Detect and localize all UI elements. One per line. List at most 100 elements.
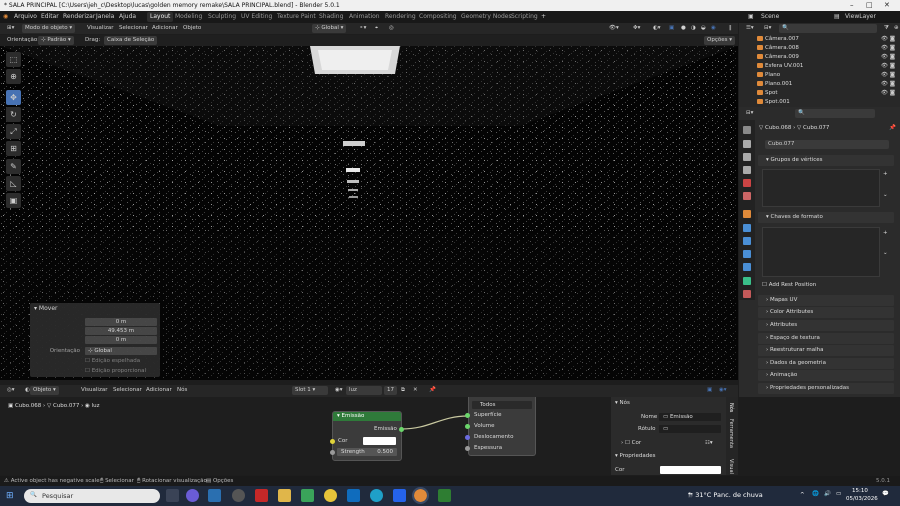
section-custom-properties[interactable]: › Propriedades personalizadas	[758, 383, 894, 394]
options-button[interactable]: Opções ▾	[704, 36, 735, 45]
vertex-groups-list[interactable]	[762, 169, 880, 207]
edge-icon[interactable]	[370, 489, 383, 502]
windows-start-icon[interactable]: ⊞	[6, 491, 14, 501]
tab-compositing[interactable]: Compositing	[416, 12, 460, 22]
outliner-item[interactable]: Spot.001	[757, 99, 790, 105]
emission-output-socket[interactable]	[399, 427, 404, 432]
tab-uv-editing[interactable]: UV Editing	[238, 12, 275, 22]
menu-help[interactable]: Ajuda	[119, 13, 136, 20]
scene-name[interactable]: Scene	[761, 13, 779, 20]
eye-icon[interactable]: 👁 ◙	[881, 45, 895, 51]
mode-select[interactable]: Modo de objeto ▾	[22, 24, 76, 33]
target-select[interactable]: Todos	[472, 401, 532, 409]
blender-logo-icon[interactable]: ◉	[3, 13, 8, 20]
menu-edit[interactable]: Editar	[41, 13, 59, 20]
measure-icon[interactable]: ◺	[6, 176, 21, 191]
scale-icon[interactable]: ⤢	[6, 124, 21, 139]
unlink-material-icon[interactable]: ✕	[410, 386, 421, 395]
blender-taskbar-icon[interactable]	[412, 487, 429, 504]
orientation-select[interactable]: ⊹ Padrão ▾	[38, 36, 74, 45]
annotate-icon[interactable]: ✎	[6, 159, 21, 174]
shading-wire-icon[interactable]: ◉	[708, 24, 719, 33]
shader-type-select[interactable]: Objeto ▾	[30, 386, 59, 395]
eye-icon[interactable]: 👁 ◙	[881, 72, 895, 78]
outliner-item[interactable]: Câmera.007	[757, 36, 799, 42]
tab-tool[interactable]: Ferramenta	[728, 419, 734, 448]
render-tab-icon[interactable]	[743, 140, 751, 148]
thickness-socket[interactable]	[465, 446, 470, 451]
particles-tab-icon[interactable]	[743, 237, 751, 245]
mesh-name-field[interactable]: Cubo.077	[765, 140, 889, 149]
world-tab-icon[interactable]	[743, 192, 751, 200]
section-color-attributes[interactable]: › Color Attributes	[758, 307, 894, 318]
menu-select[interactable]: Selecionar	[110, 386, 145, 395]
add-rest-position-checkbox[interactable]: ☐ Add Rest Position	[762, 282, 816, 288]
node-name-field[interactable]: ▭ Emissão	[659, 413, 721, 421]
transform-icon[interactable]: ⊞	[6, 141, 21, 156]
eye-icon[interactable]: 👁 ◙	[881, 63, 895, 69]
outliner-search-input[interactable]: 🔍	[779, 24, 877, 33]
pin-icon[interactable]: 📌	[889, 125, 896, 131]
file-explorer-icon[interactable]	[278, 489, 291, 502]
menu-view[interactable]: Visualizar	[78, 386, 110, 395]
pin-icon[interactable]: 📌	[426, 386, 439, 395]
minimize-icon[interactable]: –	[850, 1, 854, 9]
modifiers-tab-icon[interactable]	[743, 224, 751, 232]
slot-select[interactable]: Slot 1 ▾	[292, 386, 328, 395]
menu-add[interactable]: Adicionar	[149, 24, 181, 33]
section-vertex-groups[interactable]: ▾ Grupos de vértices	[758, 155, 894, 166]
props-color-swatch[interactable]	[660, 466, 721, 474]
qt-icon[interactable]	[301, 489, 314, 502]
add-vertex-group-icon[interactable]: +	[883, 171, 888, 177]
tool-tab-icon[interactable]	[743, 126, 751, 134]
outliner-filter-icon[interactable]: ⊟▾	[761, 24, 774, 33]
color-swatch[interactable]	[363, 437, 396, 445]
overlay-icon[interactable]: ◉▾	[716, 386, 730, 395]
section-remesh[interactable]: › Reestruturar malha	[758, 345, 894, 356]
emission-node-header[interactable]: ▾ Emissão	[333, 412, 401, 421]
strength-field[interactable]: Strength 0.500	[337, 448, 397, 456]
proportional-edit-checkbox[interactable]: ☐ Edição proporcional	[85, 368, 146, 374]
tab-view[interactable]: Visual	[728, 459, 734, 474]
orientation-field[interactable]: ⊹ Global	[85, 347, 157, 355]
tab-animation[interactable]: Animation	[346, 12, 383, 22]
xray-icon[interactable]: ▣	[666, 24, 677, 33]
tab-scripting[interactable]: Scripting	[508, 12, 541, 22]
menu-node[interactable]: Nós	[174, 386, 190, 395]
menu-add[interactable]: Adicionar	[143, 386, 175, 395]
menu-select[interactable]: Selecionar	[116, 24, 151, 33]
object-tab-icon[interactable]	[743, 210, 751, 218]
material-tab-icon[interactable]	[743, 290, 751, 298]
node-color-presets-icon[interactable]: ☷▾	[705, 440, 713, 446]
maximize-icon[interactable]: □	[866, 1, 873, 9]
redo-panel-title[interactable]: ▾ Mover	[34, 305, 57, 312]
shape-keys-list[interactable]	[762, 227, 880, 277]
overlay-icon[interactable]: ◐▾	[650, 24, 664, 33]
battery-icon[interactable]: ▭	[836, 491, 841, 497]
tab-layout[interactable]: Layout	[147, 12, 174, 22]
select-box-icon[interactable]: ⬚	[6, 52, 21, 67]
rotate-icon[interactable]: ↻	[6, 107, 21, 122]
outliner-item[interactable]: Câmera.008	[757, 45, 799, 51]
chrome-icon[interactable]	[324, 489, 337, 502]
app-icon[interactable]	[186, 489, 199, 502]
task-view-icon[interactable]	[166, 489, 179, 502]
displacement-socket[interactable]	[465, 435, 470, 440]
menu-file[interactable]: Arquivo	[14, 13, 37, 20]
move-y-field[interactable]: 49.453 m	[85, 327, 157, 335]
volume-socket[interactable]	[465, 424, 470, 429]
outliner-item[interactable]: Câmera.009	[757, 54, 799, 60]
tab-shading[interactable]: Shading	[316, 12, 346, 22]
app-icon[interactable]	[393, 489, 406, 502]
acrobat-icon[interactable]	[255, 489, 268, 502]
menu-window[interactable]: Janela	[96, 13, 114, 20]
section-animation[interactable]: › Animação	[758, 370, 894, 381]
tray-chevron-icon[interactable]: ^	[800, 492, 805, 498]
menu-render[interactable]: Renderizar	[63, 13, 95, 20]
data-tab-icon[interactable]	[743, 277, 751, 285]
tab-rendering[interactable]: Rendering	[382, 12, 419, 22]
volume-icon[interactable]: 🔊	[824, 491, 831, 497]
mirror-edit-checkbox[interactable]: ☐ Edição espelhada	[85, 358, 140, 364]
constraints-tab-icon[interactable]	[743, 263, 751, 271]
properties-editor-icon[interactable]: ⊟▾	[743, 109, 756, 118]
